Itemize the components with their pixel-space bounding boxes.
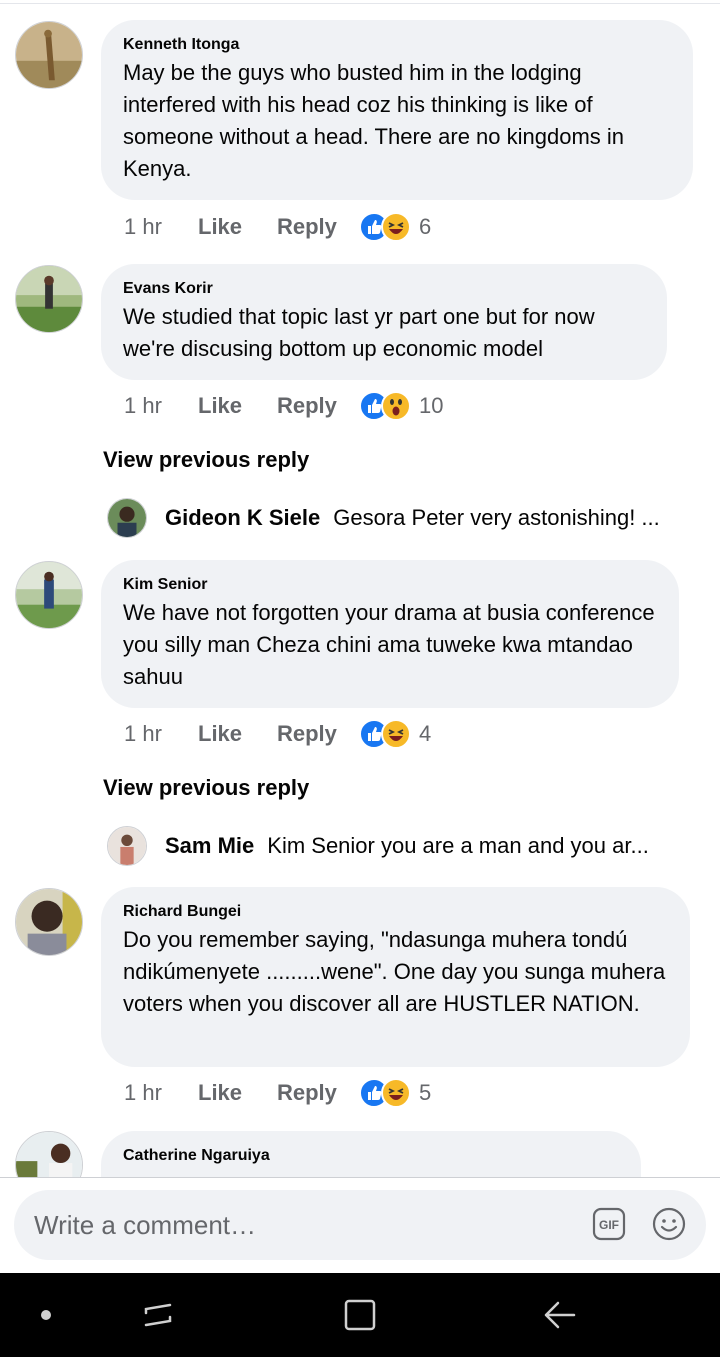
comment-actions: 1 hr Like Reply 10 xyxy=(124,389,443,423)
comment-author[interactable]: Evans Korir xyxy=(123,279,645,298)
back-icon[interactable] xyxy=(540,1295,580,1340)
comment-author[interactable]: Richard Bungei xyxy=(123,902,668,921)
gif-icon[interactable]: GIF xyxy=(592,1207,626,1241)
top-divider xyxy=(0,3,720,4)
comment-text: Do you remember saying, "ndasunga muhera… xyxy=(123,927,666,1016)
system-navigation-bar xyxy=(0,1273,720,1357)
home-icon[interactable] xyxy=(340,1295,380,1340)
emoji-icon[interactable] xyxy=(652,1207,686,1241)
reply-button[interactable]: Reply xyxy=(277,393,359,419)
comment-time[interactable]: 1 hr xyxy=(124,214,198,240)
avatar[interactable] xyxy=(107,826,147,866)
reactions-summary[interactable]: 10 xyxy=(359,391,443,421)
comment-time[interactable]: 1 hr xyxy=(124,1080,198,1106)
avatar[interactable] xyxy=(15,561,83,629)
view-previous-reply-link[interactable]: View previous reply xyxy=(103,447,309,473)
comment-bubble: Richard Bungei Do you remember saying, "… xyxy=(101,887,690,1067)
comment-time[interactable]: 1 hr xyxy=(124,721,198,747)
reactions-summary[interactable]: 4 xyxy=(359,719,431,749)
comment-text: We studied that topic last yr part one b… xyxy=(123,304,595,361)
reply-button[interactable]: Reply xyxy=(277,1080,359,1106)
reply-author[interactable]: Gideon K Siele xyxy=(165,505,320,531)
comment-text: May be the guys who busted him in the lo… xyxy=(123,60,625,181)
comment-text: We have not forgotten your drama at busi… xyxy=(123,600,655,689)
comment-actions: 1 hr Like Reply 6 xyxy=(124,210,431,244)
reaction-count: 5 xyxy=(419,1080,432,1105)
comment-author[interactable]: Kenneth Itonga xyxy=(123,35,671,54)
like-button[interactable]: Like xyxy=(198,1080,277,1106)
reply-text: Gesora Peter very astonishing! ... xyxy=(333,505,660,530)
comment-author[interactable]: Catherine Ngaruiya xyxy=(123,1146,619,1165)
reply-button[interactable]: Reply xyxy=(277,721,359,747)
reply-preview[interactable]: Gideon K Siele Gesora Peter very astonis… xyxy=(107,497,687,539)
dot-icon[interactable] xyxy=(36,1305,56,1330)
comment-composer: Write a comment… GIF xyxy=(0,1177,720,1274)
haha-icon xyxy=(381,1078,411,1108)
avatar[interactable] xyxy=(15,888,83,956)
gif-label: GIF xyxy=(599,1218,619,1232)
haha-icon xyxy=(381,212,411,242)
haha-icon xyxy=(381,719,411,749)
comment-input-placeholder: Write a comment… xyxy=(34,1210,257,1240)
comment-time[interactable]: 1 hr xyxy=(124,393,198,419)
reply-text: Kim Senior you are a man and you ar... xyxy=(267,833,649,858)
wow-icon xyxy=(381,391,411,421)
comment-actions: 1 hr Like Reply 4 xyxy=(124,717,431,751)
reaction-count: 6 xyxy=(419,214,432,239)
comment-actions: 1 hr Like Reply 5 xyxy=(124,1076,431,1110)
reactions-summary[interactable]: 6 xyxy=(359,212,431,242)
like-button[interactable]: Like xyxy=(198,721,277,747)
comment-bubble: Evans Korir We studied that topic last y… xyxy=(101,264,667,380)
reply-button[interactable]: Reply xyxy=(277,214,359,240)
view-previous-reply-link[interactable]: View previous reply xyxy=(103,775,309,801)
comment-author[interactable]: Kim Senior xyxy=(123,575,657,594)
like-button[interactable]: Like xyxy=(198,393,277,419)
reply-preview[interactable]: Sam Mie Kim Senior you are a man and you… xyxy=(107,825,687,867)
comment-input[interactable]: Write a comment… GIF xyxy=(14,1190,706,1260)
reaction-count: 4 xyxy=(419,721,432,746)
avatar[interactable] xyxy=(15,21,83,89)
reaction-count: 10 xyxy=(419,393,444,418)
avatar[interactable] xyxy=(107,498,147,538)
reply-author[interactable]: Sam Mie xyxy=(165,833,254,859)
comment-bubble: Kim Senior We have not forgotten your dr… xyxy=(101,560,679,708)
avatar[interactable] xyxy=(15,265,83,333)
like-button[interactable]: Like xyxy=(198,214,277,240)
recent-apps-icon[interactable] xyxy=(140,1295,176,1340)
comment-bubble: Kenneth Itonga May be the guys who buste… xyxy=(101,20,693,200)
reactions-summary[interactable]: 5 xyxy=(359,1078,431,1108)
